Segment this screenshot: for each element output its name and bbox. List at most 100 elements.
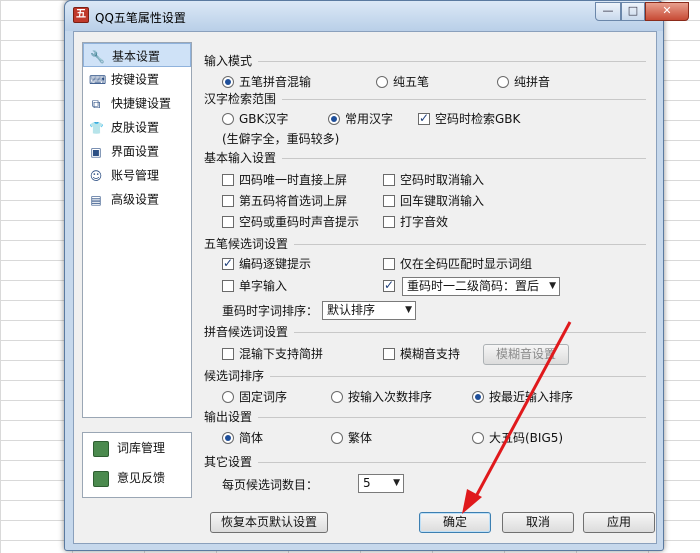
checkbox-icon xyxy=(383,348,395,360)
radio-input-mixed[interactable]: 五笔拼音混输 xyxy=(222,75,311,89)
check-fifth-code-commit[interactable]: 第五码将首选词上屏 xyxy=(222,194,347,208)
sidebar-item-shortcuts[interactable]: ⧉ 快捷键设置 xyxy=(83,91,191,115)
advanced-icon: ▤ xyxy=(90,192,102,207)
radio-selected-icon xyxy=(472,391,484,403)
check-abbr-pinyin[interactable]: 混输下支持简拼 xyxy=(222,347,323,361)
radio-output-big5[interactable]: 大五码(BIG5) xyxy=(472,431,563,445)
short-code-select[interactable]: 重码时一二级简码：置后 ▼ xyxy=(402,277,560,296)
section-wubi-candidates: 五笔候选词设置 xyxy=(204,237,646,251)
section-other: 其它设置 xyxy=(204,455,646,469)
per-page-select[interactable]: 5 ▼ xyxy=(358,474,404,493)
check-short-code[interactable] xyxy=(383,278,400,293)
option-label: 简体 xyxy=(239,431,264,445)
option-label: GBK汉字 xyxy=(239,112,289,126)
title-bar[interactable]: 五 QQ五笔属性设置 — □ ✕ xyxy=(65,1,689,31)
chevron-down-icon: ▼ xyxy=(405,305,412,315)
option-label: 回车键取消输入 xyxy=(400,194,485,208)
sidebar-item-skin[interactable]: 👕 皮肤设置 xyxy=(83,115,191,139)
radio-order-count[interactable]: 按输入次数排序 xyxy=(331,390,432,404)
check-typing-sound[interactable]: 打字音效 xyxy=(383,215,448,229)
settings-window: 五 QQ五笔属性设置 — □ ✕ 🔧 基本设置 ⌨ 按键设置 ⧉ 快捷键设置 👕 皮肤设… xyxy=(64,0,689,551)
check-code-hint[interactable]: 编码逐键提示 xyxy=(222,256,312,271)
sidebar-item-label: 快捷键设置 xyxy=(111,96,172,111)
option-label: 大五码(BIG5) xyxy=(489,431,564,445)
option-label: 纯拼音 xyxy=(514,75,551,89)
checkbox-icon xyxy=(222,280,234,292)
minimize-button[interactable]: — xyxy=(595,2,621,21)
radio-icon xyxy=(472,432,484,444)
select-value: 默认排序 xyxy=(327,303,376,317)
checkbox-checked-icon xyxy=(222,256,234,270)
option-label: 第五码将首选词上屏 xyxy=(239,194,348,208)
dictionary-icon xyxy=(93,440,109,457)
check-single-char[interactable]: 单字输入 xyxy=(222,279,287,293)
client-area: 🔧 基本设置 ⌨ 按键设置 ⧉ 快捷键设置 👕 皮肤设置 ▣ 界面设置 ☺ 账号管理 ▤ 高级… xyxy=(73,31,657,544)
section-title: 候选词排序 xyxy=(204,369,271,383)
sidebar-item-advanced[interactable]: ▤ 高级设置 xyxy=(83,187,191,211)
check-enter-cancel[interactable]: 回车键取消输入 xyxy=(383,194,484,208)
sidebar-item-account[interactable]: ☺ 账号管理 xyxy=(83,163,191,187)
radio-input-wubi[interactable]: 纯五笔 xyxy=(376,75,429,89)
section-pinyin-candidates: 拼音候选词设置 xyxy=(204,325,646,339)
select-value: 重码时一二级简码：置后 xyxy=(407,279,540,293)
close-button[interactable]: ✕ xyxy=(645,2,689,21)
check-sound-hint[interactable]: 空码或重码时声音提示 xyxy=(222,215,359,229)
section-basic-input: 基本输入设置 xyxy=(204,151,646,165)
option-label: 打字音效 xyxy=(400,215,449,229)
sidebar-item-label: 高级设置 xyxy=(111,192,160,207)
section-title: 拼音候选词设置 xyxy=(204,325,295,339)
section-title: 五笔候选词设置 xyxy=(204,237,295,251)
sidebar-tools: 词库管理 意见反馈 xyxy=(82,432,192,498)
shortcut-icon: ⧉ xyxy=(91,96,101,111)
sidebar-item-label: 皮肤设置 xyxy=(111,120,160,135)
restore-defaults-button[interactable]: 恢复本页默认设置 xyxy=(210,512,328,533)
checkbox-icon xyxy=(383,174,395,186)
check-space-gbk[interactable]: 空码时检索GBK xyxy=(418,111,521,126)
feedback-icon xyxy=(93,470,109,487)
check-four-code-commit[interactable]: 四码唯一时直接上屏 xyxy=(222,173,347,187)
maximize-button[interactable]: □ xyxy=(621,2,645,21)
checkbox-icon xyxy=(383,195,395,207)
sidebar-item-label: 词库管理 xyxy=(117,441,166,455)
option-label: 编码逐键提示 xyxy=(239,257,312,271)
checkbox-icon xyxy=(383,258,395,270)
check-empty-cancel[interactable]: 空码时取消输入 xyxy=(383,173,484,187)
sort-label: 重码时字词排序： xyxy=(222,304,319,318)
radio-order-recent[interactable]: 按最近输入排序 xyxy=(472,390,573,404)
sidebar-item-keys[interactable]: ⌨ 按键设置 xyxy=(83,67,191,91)
per-page-label: 每页候选词数目： xyxy=(222,478,319,492)
check-fuzzy-pinyin[interactable]: 模糊音支持 xyxy=(383,347,460,361)
checkbox-icon xyxy=(222,216,234,228)
radio-charset-common[interactable]: 常用汉字 xyxy=(328,112,393,126)
option-label: 空码或重码时声音提示 xyxy=(239,215,360,229)
radio-charset-gbk[interactable]: GBK汉字 xyxy=(222,112,288,126)
section-title: 其它设置 xyxy=(204,455,259,469)
radio-order-fixed[interactable]: 固定词序 xyxy=(222,390,287,404)
checkbox-icon xyxy=(222,195,234,207)
radio-icon xyxy=(222,391,234,403)
sidebar-item-feedback[interactable]: 意见反馈 xyxy=(83,463,191,493)
check-full-match-phrase[interactable]: 仅在全码匹配时显示词组 xyxy=(383,257,532,271)
sidebar-item-dictionary[interactable]: 词库管理 xyxy=(83,433,191,463)
ok-button[interactable]: 确定 xyxy=(419,512,491,533)
radio-input-pinyin[interactable]: 纯拼音 xyxy=(497,75,550,89)
option-label: 混输下支持简拼 xyxy=(239,347,324,361)
radio-icon xyxy=(222,113,234,125)
radio-output-simplified[interactable]: 简体 xyxy=(222,431,263,445)
sort-select[interactable]: 默认排序 ▼ xyxy=(322,301,416,320)
cancel-button[interactable]: 取消 xyxy=(502,512,574,533)
fuzzy-settings-button[interactable]: 模糊音设置 xyxy=(483,344,569,365)
radio-output-traditional[interactable]: 繁体 xyxy=(331,431,372,445)
chevron-down-icon: ▼ xyxy=(393,478,400,488)
sidebar-item-label: 意见反馈 xyxy=(117,471,166,485)
option-label: 空码时检索GBK xyxy=(435,112,521,126)
sidebar-item-basic[interactable]: 🔧 基本设置 xyxy=(83,43,191,67)
radio-selected-icon xyxy=(222,76,234,88)
radio-icon xyxy=(376,76,388,88)
option-label: 常用汉字 xyxy=(345,112,394,126)
sidebar-item-interface[interactable]: ▣ 界面设置 xyxy=(83,139,191,163)
window-title: QQ五笔属性设置 xyxy=(95,11,186,25)
apply-button[interactable]: 应用 xyxy=(583,512,655,533)
section-title: 汉字检索范围 xyxy=(204,92,283,106)
keyboard-icon: ⌨ xyxy=(89,72,107,87)
